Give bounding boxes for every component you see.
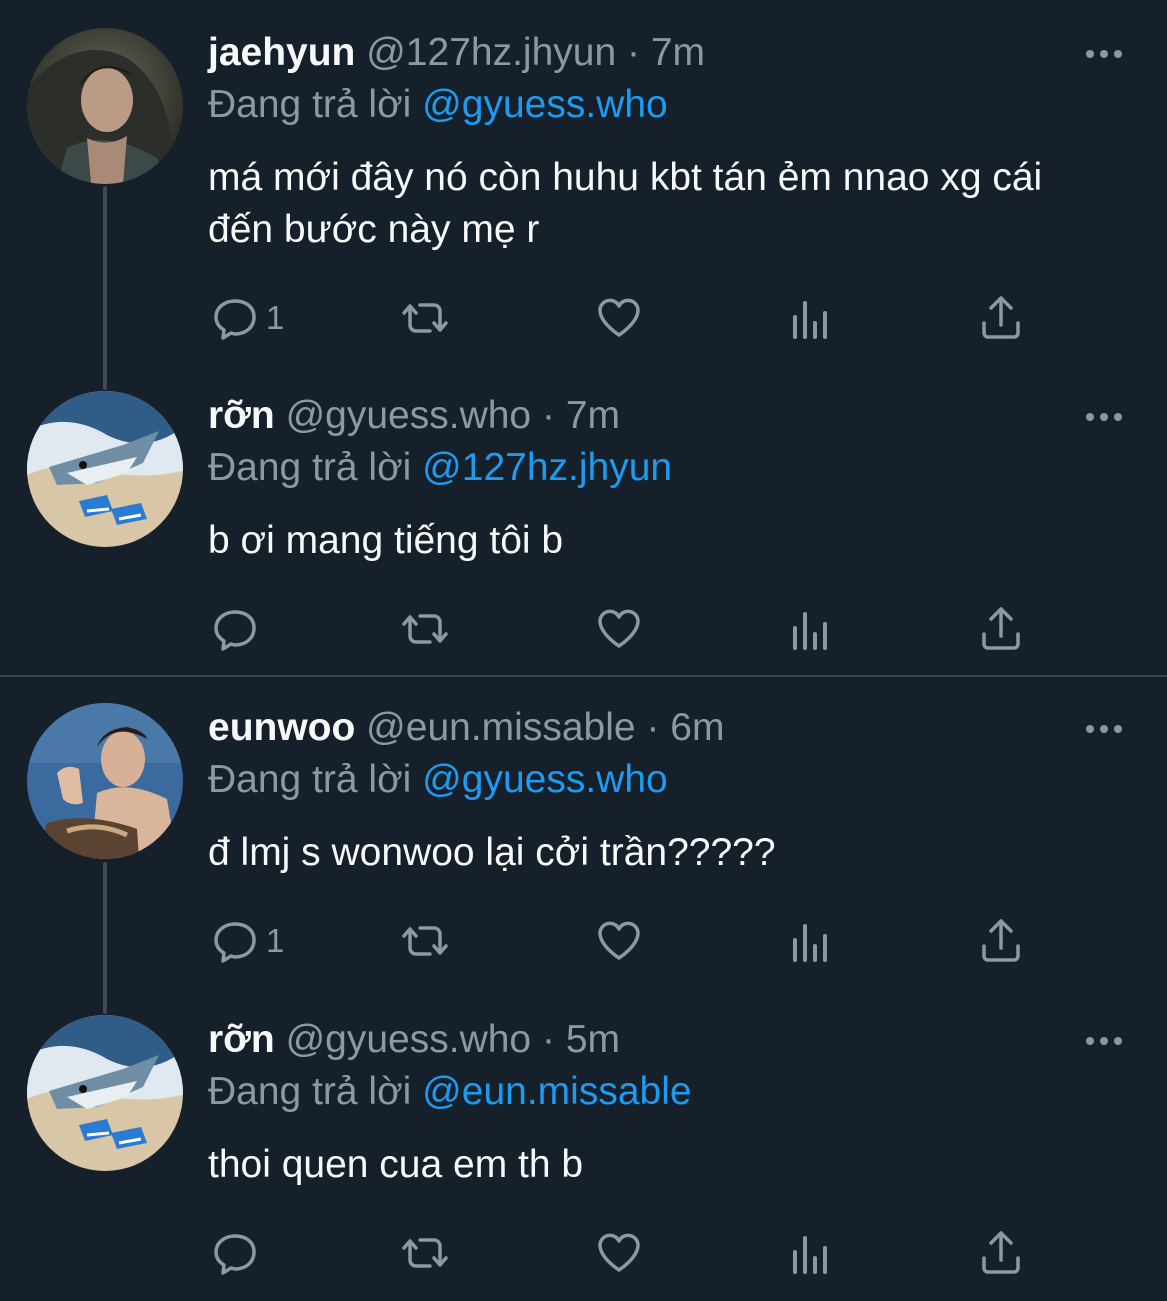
tweet-header: rỡn @gyuess.who · 5m (208, 1017, 620, 1063)
reply-icon (214, 1234, 256, 1275)
views-button[interactable] (786, 288, 836, 348)
conversation-view: jaehyun @127hz.jhyun · 7m Đang trả lời @… (0, 0, 1167, 1301)
tweet-text: b ơi mang tiếng tôi b (208, 519, 564, 562)
tweet-actions (208, 1223, 1028, 1283)
tweet-text: má mới đây nó còn huhu kbt tán ẻm nnao x… (208, 156, 1043, 251)
replying-to-label: Đang trả lời (208, 83, 412, 126)
more-icon[interactable] (1084, 46, 1124, 62)
replying-to: Đang trả lời @127hz.jhyun (208, 445, 672, 491)
avatar[interactable] (27, 28, 183, 184)
retweet-button[interactable] (400, 911, 450, 971)
views-icon (793, 301, 827, 339)
views-button[interactable] (786, 911, 836, 971)
user-handle[interactable]: @127hz.jhyun (366, 31, 616, 74)
reply-icon (214, 922, 256, 963)
tweet-actions: 1 (208, 911, 1028, 971)
retweet-button[interactable] (400, 1223, 450, 1283)
display-name[interactable]: rỡn (208, 394, 275, 437)
separator: · (541, 1018, 555, 1061)
reply-button[interactable] (210, 599, 266, 659)
share-icon (982, 607, 1020, 650)
share-button[interactable] (976, 911, 1026, 971)
timestamp[interactable]: 6m (670, 706, 724, 749)
more-icon[interactable] (1084, 1033, 1124, 1049)
heart-icon (598, 1233, 640, 1272)
tweet-text: đ lmj s wonwoo lại cởi trần????? (208, 831, 776, 874)
avatar[interactable] (27, 1015, 183, 1171)
tweet-header: eunwoo @eun.missable · 6m (208, 705, 724, 751)
avatar[interactable] (27, 703, 183, 859)
reply-button[interactable]: 1 (210, 288, 284, 348)
share-icon (982, 296, 1020, 339)
heart-icon (598, 921, 640, 960)
share-icon (982, 919, 1020, 962)
reply-count: 1 (266, 299, 285, 336)
share-icon (982, 1231, 1020, 1274)
display-name[interactable]: rỡn (208, 1018, 275, 1061)
reply-button[interactable]: 1 (210, 911, 284, 971)
user-handle[interactable]: @gyuess.who (286, 1018, 532, 1061)
views-button[interactable] (786, 1223, 836, 1283)
mention-link[interactable]: @eun.missable (422, 1070, 691, 1113)
heart-icon (598, 298, 640, 337)
display-name[interactable]: eunwoo (208, 706, 355, 749)
views-icon (793, 612, 827, 650)
timestamp[interactable]: 7m (651, 31, 705, 74)
replying-to: Đang trả lời @gyuess.who (208, 757, 668, 803)
user-handle[interactable]: @gyuess.who (286, 394, 532, 437)
tweet[interactable]: rỡn @gyuess.who · 5m Đang trả lời @eun.m… (0, 987, 1167, 1301)
views-icon (793, 1236, 827, 1274)
views-button[interactable] (786, 599, 836, 659)
reply-count: 1 (266, 922, 285, 959)
replying-to-label: Đang trả lời (208, 758, 412, 801)
separator: · (626, 31, 640, 74)
timestamp[interactable]: 7m (566, 394, 620, 437)
tweet-header: jaehyun @127hz.jhyun · 7m (208, 30, 705, 76)
user-handle[interactable]: @eun.missable (366, 706, 635, 749)
replying-to-label: Đang trả lời (208, 446, 412, 489)
mention-link[interactable]: @gyuess.who (422, 83, 668, 126)
heart-icon (598, 609, 640, 648)
views-icon (793, 924, 827, 962)
avatar[interactable] (27, 391, 183, 547)
like-button[interactable] (594, 288, 644, 348)
reply-icon (214, 299, 256, 340)
retweet-icon (402, 926, 448, 956)
mention-link[interactable]: @gyuess.who (422, 758, 668, 801)
tweet[interactable]: jaehyun @127hz.jhyun · 7m Đang trả lời @… (0, 0, 1167, 370)
tweet-actions (208, 599, 1028, 659)
timestamp[interactable]: 5m (566, 1018, 620, 1061)
retweet-icon (402, 614, 448, 644)
share-button[interactable] (976, 599, 1026, 659)
reply-button[interactable] (210, 1223, 266, 1283)
tweet[interactable]: rỡn @gyuess.who · 7m Đang trả lời @127hz… (0, 363, 1167, 675)
replying-to: Đang trả lời @eun.missable (208, 1069, 692, 1115)
retweet-button[interactable] (400, 288, 450, 348)
retweet-icon (402, 303, 448, 333)
replying-to: Đang trả lời @gyuess.who (208, 82, 668, 128)
mention-link[interactable]: @127hz.jhyun (422, 446, 672, 489)
tweet-actions: 1 (208, 288, 1028, 348)
retweet-button[interactable] (400, 599, 450, 659)
display-name[interactable]: jaehyun (208, 31, 355, 74)
separator: · (646, 706, 660, 749)
tweet[interactable]: eunwoo @eun.missable · 6m Đang trả lời @… (0, 675, 1167, 1015)
share-button[interactable] (976, 288, 1026, 348)
like-button[interactable] (594, 1223, 644, 1283)
tweet-header: rỡn @gyuess.who · 7m (208, 393, 620, 439)
like-button[interactable] (594, 911, 644, 971)
separator: · (541, 394, 555, 437)
tweet-text: thoi quen cua em th b (208, 1143, 584, 1186)
more-icon[interactable] (1084, 409, 1124, 425)
replying-to-label: Đang trả lời (208, 1070, 412, 1113)
share-button[interactable] (976, 1223, 1026, 1283)
reply-icon (214, 610, 256, 651)
more-icon[interactable] (1084, 721, 1124, 737)
like-button[interactable] (594, 599, 644, 659)
retweet-icon (402, 1238, 448, 1268)
